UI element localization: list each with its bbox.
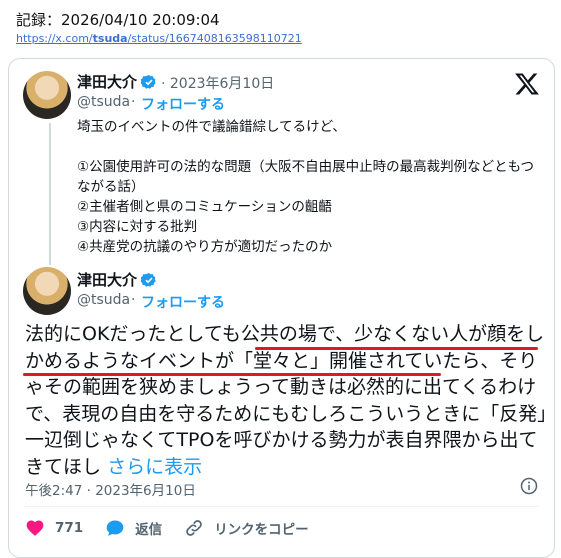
tweet-timestamp[interactable]: 午後2:47 · 2023年6月10日 [25, 479, 196, 499]
thread-line [49, 123, 51, 265]
tweet-date[interactable]: · 2023年6月10日 [161, 73, 274, 93]
heart-icon [26, 520, 44, 536]
url-suffix: /status/1667408163598110721 [127, 32, 302, 45]
copy-link-label: リンクをコピー [214, 522, 309, 538]
author-handle[interactable]: @tsuda [77, 292, 130, 308]
author-name[interactable]: 津田大介 [77, 71, 137, 92]
x-logo-icon[interactable] [514, 71, 540, 97]
link-icon [186, 520, 202, 536]
avatar[interactable] [23, 267, 71, 315]
reply-button[interactable]: 返信 [105, 518, 162, 538]
show-more-link[interactable]: さらに表示 [107, 456, 202, 478]
divider [25, 506, 538, 507]
like-count: 771 [55, 520, 84, 536]
highlight-underline [23, 373, 441, 376]
copy-link-button[interactable]: リンクをコピー [184, 518, 309, 538]
info-icon[interactable] [520, 477, 538, 495]
dot-separator: · [131, 94, 136, 110]
author-name[interactable]: 津田大介 [77, 269, 137, 290]
follow-button[interactable]: フォローする [141, 292, 225, 312]
verified-badge-icon [141, 75, 156, 89]
highlight-underline [255, 347, 538, 350]
action-bar: 771 返信 リンクをコピー [25, 517, 331, 539]
verified-badge-icon [141, 273, 156, 287]
record-label: 記録：2026/04/10 20:09:04 [16, 11, 220, 29]
like-button[interactable]: 771 [25, 518, 83, 538]
tweet-text: 法的にOKだったとしても公共の場で、少なくない人が顔をしかめるようなイベントが「… [25, 321, 549, 480]
dot-separator: · [131, 292, 136, 308]
reply-bubble-icon [106, 520, 124, 536]
quoted-tweet-text: 埼玉のイベントの件で議論錯綜してるけど、 ①公園使用許可の法的な問題（大阪不自由… [77, 119, 535, 255]
author-handle[interactable]: @tsuda [77, 94, 130, 110]
avatar[interactable] [23, 71, 71, 119]
follow-button[interactable]: フォローする [141, 94, 225, 114]
url-prefix: https://x.com/ [16, 32, 93, 45]
reply-label: 返信 [135, 522, 163, 538]
embedded-tweet-card: 津田大介 · 2023年6月10日 @tsuda · フォローする 埼玉のイベン… [8, 58, 555, 558]
tweet-url-link[interactable]: https://x.com/tsuda/status/1667408163598… [16, 32, 302, 45]
url-user: tsuda [92, 32, 128, 45]
